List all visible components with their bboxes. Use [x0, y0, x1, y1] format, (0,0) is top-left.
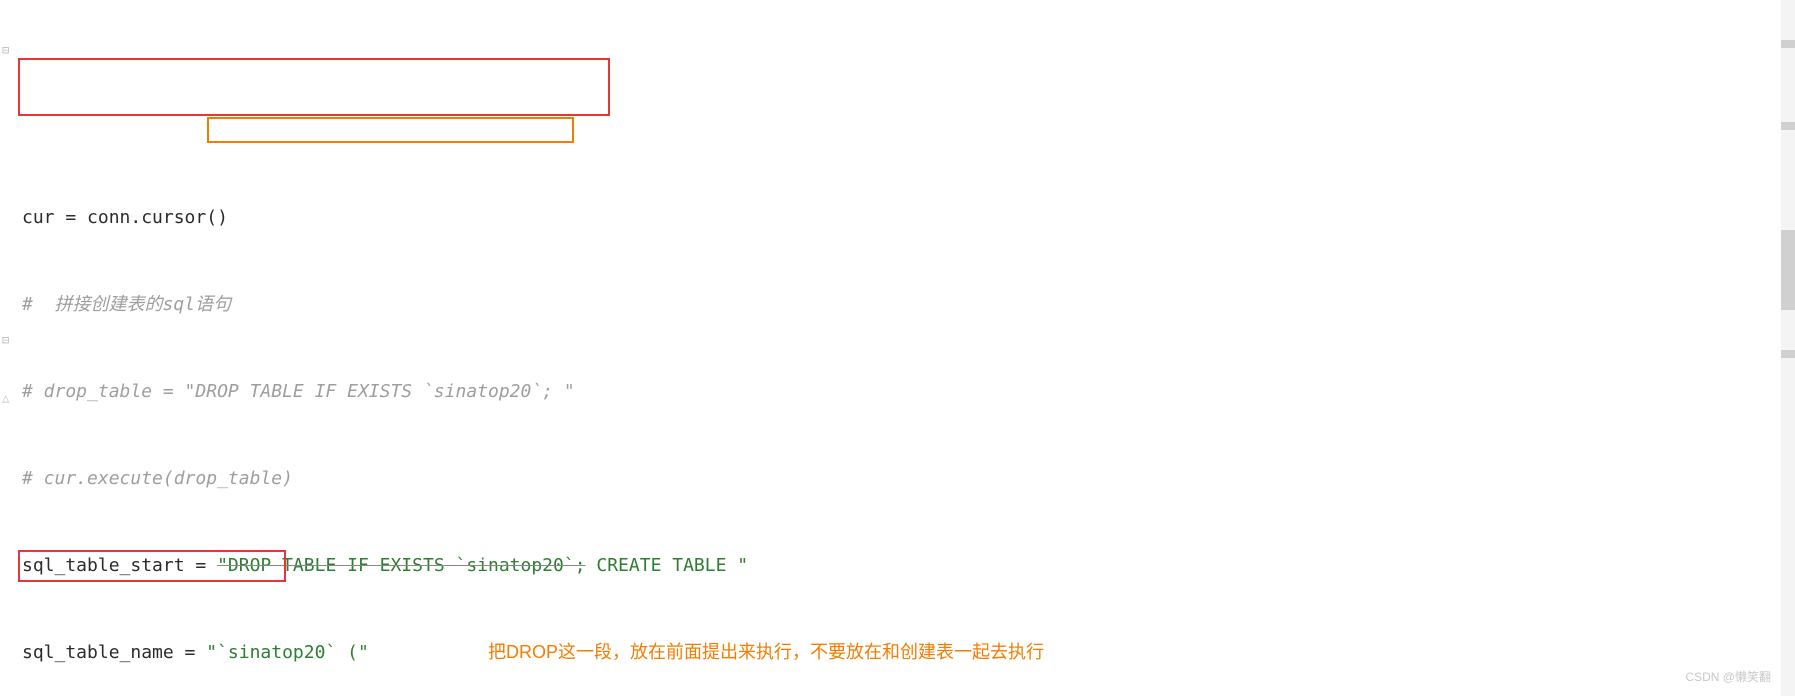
scrollbar[interactable] — [1781, 0, 1795, 696]
fold-icon[interactable]: ⊟ — [2, 326, 14, 338]
scroll-marker — [1781, 350, 1795, 358]
code-string: "`sinatop20` (" — [206, 642, 369, 663]
highlight-orange — [207, 117, 574, 143]
code-string: CREATE TABLE " — [586, 555, 749, 576]
fold-icon[interactable]: ⊟ — [2, 36, 14, 48]
code-comment: # 拼接创建表的sql语句 — [22, 294, 231, 315]
code-comment: # cur.execute(drop_table) — [22, 468, 293, 489]
code-comment: # drop_table = "DROP TABLE IF EXISTS `si… — [22, 381, 575, 402]
code-line: sql_table_start = — [22, 555, 217, 576]
unfold-icon[interactable]: △ — [2, 384, 14, 396]
annotation-note: 把DROP这一段，放在前面提出来执行，不要放在和创建表一起去执行 — [488, 642, 1044, 662]
code-line: sql_table_name = — [22, 642, 206, 663]
highlight-red-top — [18, 58, 610, 116]
code-string: "DROP TABLE IF EXISTS `sinatop20`; — [217, 555, 585, 576]
code-editor[interactable]: ⊟ ⊟ △ cur = conn.cursor() # 拼接创建表的sql语句 … — [0, 0, 1795, 696]
scroll-thumb[interactable] — [1781, 230, 1795, 310]
watermark: CSDN @懒笑翻 — [1685, 663, 1771, 692]
scroll-marker — [1781, 40, 1795, 48]
scroll-marker — [1781, 122, 1795, 130]
code-line: cur = conn.cursor() — [22, 207, 228, 228]
